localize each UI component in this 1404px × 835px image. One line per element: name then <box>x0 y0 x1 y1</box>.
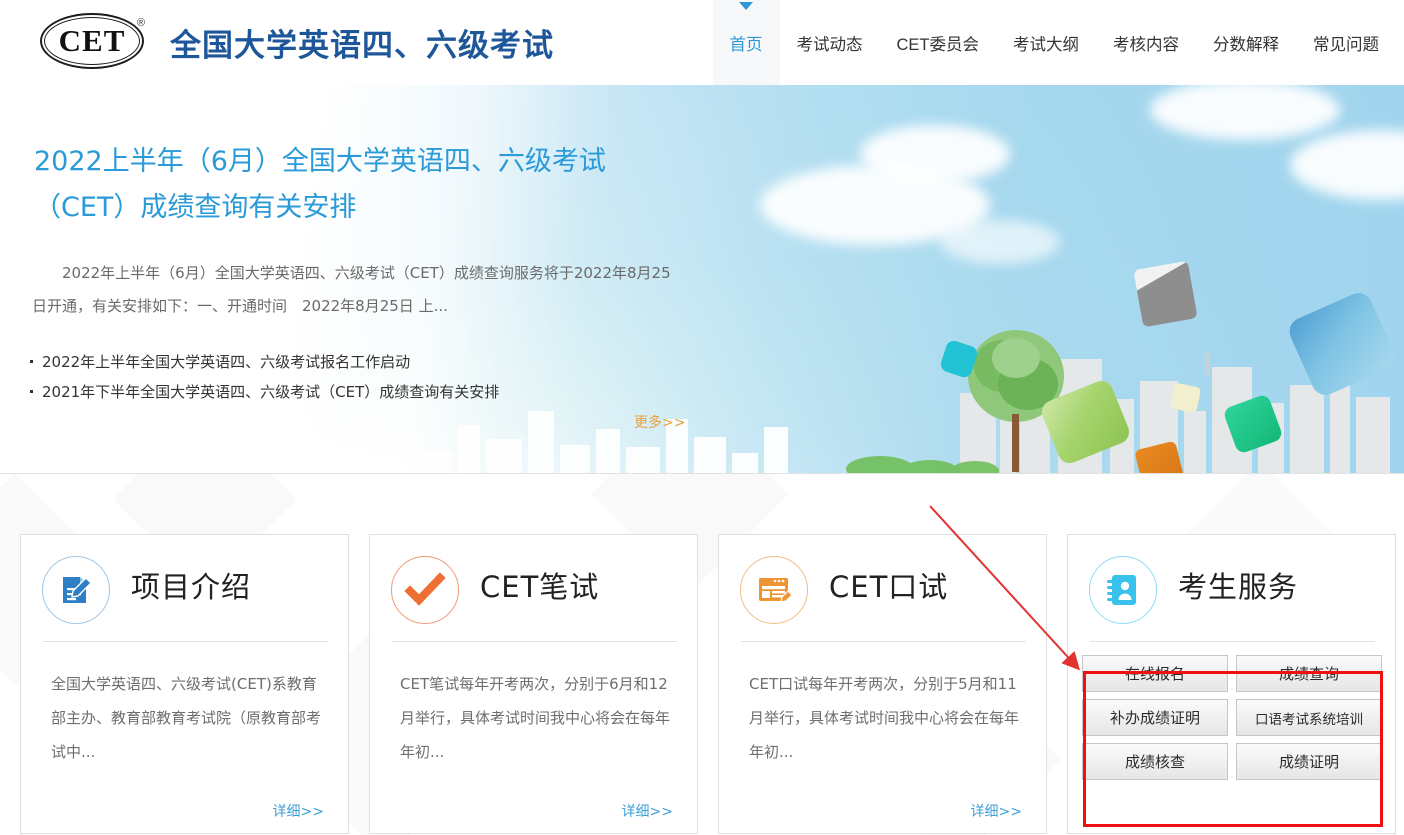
card-candidate-services[interactable]: 考生服务 在线报名 成绩查询 补办成绩证明 口语考试系统培训 成绩核查 成绩证明 <box>1067 534 1396 834</box>
banner-news-list: 2022年上半年全国大学英语四、六级考试报名工作启动 2021年下半年全国大学英… <box>30 347 690 407</box>
main-nav: 首页 考试动态 CET委员会 考试大纲 考核内容 分数解释 常见问题 <box>713 0 1397 85</box>
card-divider <box>1090 641 1375 642</box>
button-online-registration[interactable]: 在线报名 <box>1082 655 1228 692</box>
list-item[interactable]: 2021年下半年全国大学英语四、六级考试（CET）成绩查询有关安排 <box>30 377 690 407</box>
nav-item-exam-syllabus[interactable]: 考试大纲 <box>996 0 1096 85</box>
card-title: 项目介绍 <box>131 564 251 606</box>
floating-cube-cream <box>1170 382 1202 413</box>
nav-item-exam-news[interactable]: 考试动态 <box>780 0 880 85</box>
site-header: CET ® 全国大学英语四、六级考试 首页 考试动态 CET委员会 考试大纲 考… <box>0 0 1404 85</box>
button-score-verification[interactable]: 成绩核查 <box>1082 743 1228 780</box>
window-pencil-icon <box>740 556 808 624</box>
hero-banner: 2022上半年（6月）全国大学英语四、六级考试（CET）成绩查询有关安排 202… <box>0 85 1404 473</box>
cloud-decoration <box>1150 85 1340 140</box>
cet-logo-icon: CET ® <box>40 11 156 73</box>
bullet-icon <box>30 360 33 363</box>
site-logo[interactable]: CET ® 全国大学英语四、六级考试 <box>40 11 554 73</box>
tree-illustration <box>966 318 1066 473</box>
nav-label: 考试大纲 <box>1013 31 1079 55</box>
card-header: 项目介绍 <box>21 535 348 641</box>
service-buttons-grid: 在线报名 成绩查询 补办成绩证明 口语考试系统培训 成绩核查 成绩证明 <box>1082 655 1382 780</box>
registered-trademark-icon: ® <box>137 17 145 29</box>
nav-item-cet-committee[interactable]: CET委员会 <box>880 0 997 85</box>
card-divider <box>392 641 677 642</box>
nav-item-assessment-content[interactable]: 考核内容 <box>1096 0 1196 85</box>
nav-item-score-explanation[interactable]: 分数解释 <box>1196 0 1296 85</box>
feature-card-row: 项目介绍 全国大学英语四、六级考试(CET)系教育部主办、教育部教育考试院（原教… <box>0 474 1404 835</box>
list-item[interactable]: 2022年上半年全国大学英语四、六级考试报名工作启动 <box>30 347 690 377</box>
card-detail-link[interactable]: 详细>> <box>622 801 673 821</box>
check-mark-glyph <box>404 569 446 611</box>
banner-summary: 2022年上半年（6月）全国大学英语四、六级考试（CET）成绩查询服务将于202… <box>32 257 682 323</box>
card-description: 全国大学英语四、六级考试(CET)系教育部主办、教育部教育考试院（原教育部考试中… <box>51 667 323 769</box>
button-oral-exam-system-training[interactable]: 口语考试系统培训 <box>1236 699 1382 736</box>
card-header: 考生服务 <box>1068 535 1395 641</box>
button-score-query[interactable]: 成绩查询 <box>1236 655 1382 692</box>
contact-book-glyph <box>1104 571 1142 609</box>
logo-mark-text: CET <box>40 13 144 69</box>
card-title: CET笔试 <box>480 564 599 606</box>
button-reissue-score-certificate[interactable]: 补办成绩证明 <box>1082 699 1228 736</box>
card-description: CET口试每年开考两次，分别于5月和11月举行，具体考试时间我中心将会在每年年初… <box>749 667 1021 769</box>
check-mark-icon <box>391 556 459 624</box>
floating-cube-gray-piano <box>1133 261 1197 328</box>
card-header: CET口试 <box>719 535 1046 641</box>
card-divider <box>741 641 1026 642</box>
nav-item-faq[interactable]: 常见问题 <box>1296 0 1396 85</box>
window-pencil-glyph <box>754 570 794 610</box>
card-detail-link[interactable]: 详细>> <box>273 801 324 821</box>
card-title: 考生服务 <box>1178 564 1298 606</box>
nav-label: CET委员会 <box>897 31 980 55</box>
card-cet-oral-exam[interactable]: CET口试 CET口试每年开考两次，分别于5月和11月举行，具体考试时间我中心将… <box>718 534 1047 834</box>
button-score-certificate[interactable]: 成绩证明 <box>1236 743 1382 780</box>
card-cet-written-exam[interactable]: CET笔试 CET笔试每年开考两次，分别于6月和12月举行，具体考试时间我中心将… <box>369 534 698 834</box>
banner-more-link[interactable]: 更多>> <box>634 412 685 432</box>
bullet-icon <box>30 390 33 393</box>
cloud-decoration <box>940 220 1060 264</box>
cloud-decoration <box>1290 130 1404 200</box>
site-title: 全国大学英语四、六级考试 <box>170 20 554 65</box>
card-header: CET笔试 <box>370 535 697 641</box>
list-item-label: 2022年上半年全国大学英语四、六级考试报名工作启动 <box>42 347 410 377</box>
page-root: CET ® 全国大学英语四、六级考试 首页 考试动态 CET委员会 考试大纲 考… <box>0 0 1404 835</box>
nav-label: 考试动态 <box>797 31 863 55</box>
nav-label: 首页 <box>730 31 763 55</box>
document-pencil-icon <box>42 556 110 624</box>
nav-label: 考核内容 <box>1113 31 1179 55</box>
banner-headline[interactable]: 2022上半年（6月）全国大学英语四、六级考试（CET）成绩查询有关安排 <box>34 139 674 231</box>
nav-label: 分数解释 <box>1213 31 1279 55</box>
cloud-decoration <box>860 125 1010 183</box>
card-detail-link[interactable]: 详细>> <box>971 801 1022 821</box>
card-project-intro[interactable]: 项目介绍 全国大学英语四、六级考试(CET)系教育部主办、教育部教育考试院（原教… <box>20 534 349 834</box>
document-pencil-glyph <box>56 570 96 610</box>
banner-text-block: 2022上半年（6月）全国大学英语四、六级考试（CET）成绩查询有关安排 202… <box>0 85 700 473</box>
card-title: CET口试 <box>829 564 948 606</box>
card-divider <box>43 641 328 642</box>
active-tab-caret-icon <box>739 2 753 10</box>
nav-label: 常见问题 <box>1313 31 1379 55</box>
nav-item-home[interactable]: 首页 <box>713 0 780 85</box>
card-description: CET笔试每年开考两次，分别于6月和12月举行，具体考试时间我中心将会在每年年初… <box>400 667 672 769</box>
contact-book-icon <box>1089 556 1157 624</box>
list-item-label: 2021年下半年全国大学英语四、六级考试（CET）成绩查询有关安排 <box>42 377 499 407</box>
section-divider <box>0 473 1404 474</box>
